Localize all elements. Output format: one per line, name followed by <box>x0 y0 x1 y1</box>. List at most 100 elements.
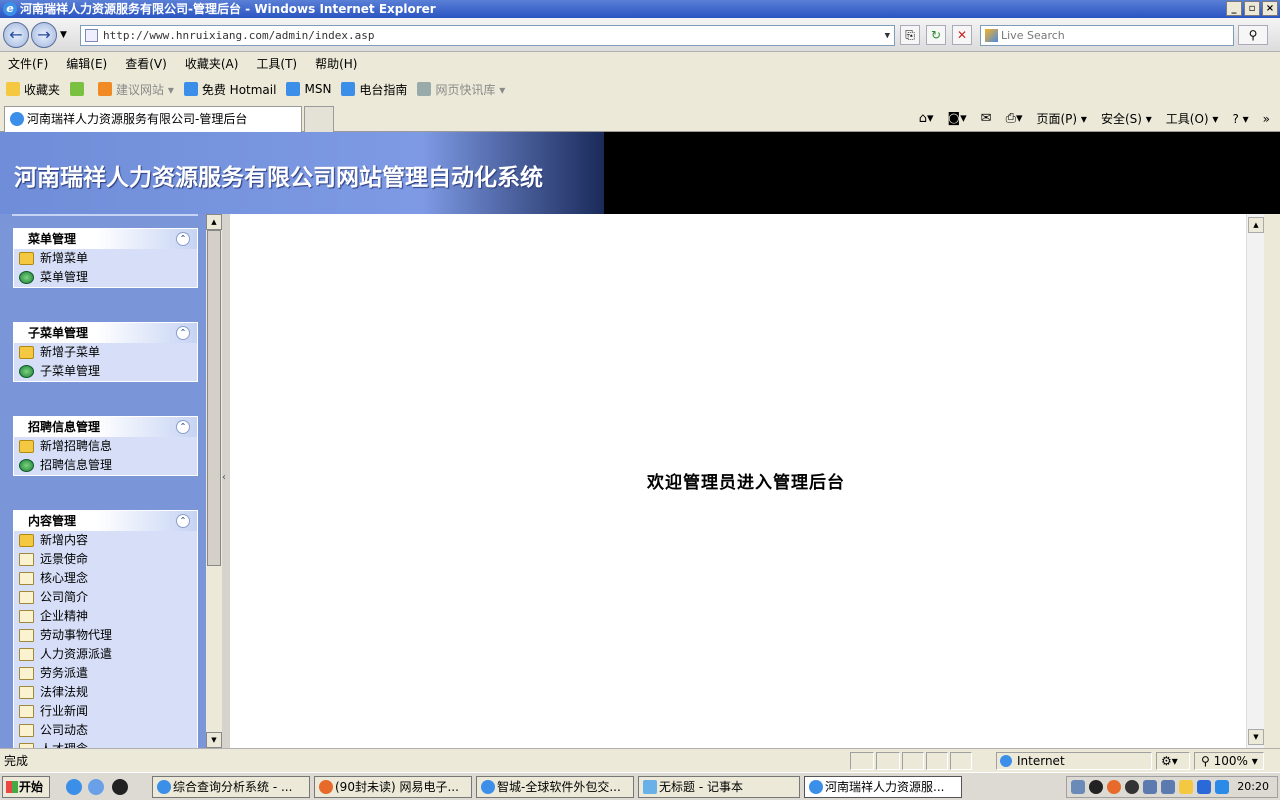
collapse-icon[interactable]: ⌃ <box>176 420 190 434</box>
sidebar-item[interactable]: 人才理念 <box>14 740 197 748</box>
welcome-message: 欢迎管理员进入管理后台 <box>647 473 845 493</box>
print-icon[interactable]: ⎙▾ <box>1006 111 1023 126</box>
collapse-icon[interactable]: ⌃ <box>176 514 190 528</box>
scroll-thumb[interactable] <box>207 230 221 566</box>
taskbar-item-active[interactable]: 河南瑞祥人力资源服... <box>804 776 962 798</box>
tab-row: 河南瑞祥人力资源服务有限公司-管理后台 ⌂▾ ◙▾ ✉ ⎙▾ 页面(P) ▾ 安… <box>0 104 1280 132</box>
tab-admin[interactable]: 河南瑞祥人力资源服务有限公司-管理后台 <box>4 106 302 132</box>
frame-splitter[interactable]: ‹ <box>222 214 230 748</box>
new-tab-button[interactable] <box>304 106 334 132</box>
zoom-control[interactable]: ⚲ 100% ▾ <box>1194 752 1264 770</box>
sidebar-item[interactable]: 公司动态 <box>14 721 197 740</box>
page-menu[interactable]: 页面(P) ▾ <box>1037 110 1087 127</box>
sidebar-item-label: 劳动事物代理 <box>40 628 113 642</box>
sidebar-panel-header[interactable]: 内容管理 ⌃ <box>14 511 197 531</box>
fav-radio-guide[interactable]: 电台指南 <box>341 81 407 98</box>
tray-firefox-icon[interactable] <box>1107 780 1121 794</box>
desktop-icon[interactable] <box>88 779 104 795</box>
tools-menu[interactable]: 工具(O) ▾ <box>1166 110 1219 127</box>
qq-icon[interactable] <box>112 779 128 795</box>
close-button[interactable]: × <box>1262 1 1278 16</box>
content-scrollbar[interactable]: ▲ ▼ <box>1246 214 1264 748</box>
fav-web-slice[interactable]: 网页快讯库 ▾ <box>417 81 505 98</box>
feeds-icon[interactable]: ◙▾ <box>948 111 967 126</box>
scroll-up-button[interactable]: ▲ <box>206 214 222 230</box>
sidebar-item-label: 劳务派遣 <box>40 666 89 680</box>
sidebar-panel-header[interactable]: 招聘信息管理 ⌃ <box>14 417 197 437</box>
sidebar-item[interactable]: 法律法规 <box>14 683 197 702</box>
tray-app2-icon[interactable] <box>1161 780 1175 794</box>
sidebar-item[interactable]: 企业精神 <box>14 607 197 626</box>
menu-favorites[interactable]: 收藏夹(A) <box>185 55 239 72</box>
scroll-down-button[interactable]: ▼ <box>206 732 222 748</box>
safety-menu[interactable]: 安全(S) ▾ <box>1101 110 1152 127</box>
sidebar-item[interactable]: 远景使命 <box>14 550 197 569</box>
taskbar-item[interactable]: 综合查询分析系统 - ... <box>152 776 310 798</box>
sidebar-item[interactable]: 行业新闻 <box>14 702 197 721</box>
collapse-arrow-icon[interactable]: ‹ <box>222 472 226 483</box>
collapse-icon[interactable]: ⌃ <box>176 326 190 340</box>
taskbar-item[interactable]: 无标题 - 记事本 <box>638 776 800 798</box>
forward-button[interactable]: → <box>31 22 57 48</box>
search-input[interactable]: Live Search <box>980 25 1234 46</box>
sidebar-scrollbar[interactable]: ▲ ▼ <box>206 214 222 748</box>
collapse-icon[interactable]: ⌃ <box>176 232 190 246</box>
zone-indicator[interactable]: Internet <box>996 752 1152 770</box>
sidebar-item[interactable]: 子菜单管理 <box>14 362 197 381</box>
menu-tools[interactable]: 工具(T) <box>256 55 297 72</box>
fav-msn[interactable]: MSN <box>286 82 331 96</box>
maximize-button[interactable]: ▫ <box>1244 1 1260 16</box>
sidebar-item[interactable]: 新增子菜单 <box>14 343 197 362</box>
tray-network-icon[interactable] <box>1071 780 1085 794</box>
tray-shield-icon[interactable] <box>1197 780 1211 794</box>
tray-app-icon[interactable] <box>1143 780 1157 794</box>
sidebar-item[interactable]: 新增招聘信息 <box>14 437 197 456</box>
sidebar-item[interactable]: 人力资源派遣 <box>14 645 197 664</box>
taskbar-item[interactable]: (90封未读) 网易电子... <box>314 776 472 798</box>
sidebar-panel-header[interactable]: 菜单管理 ⌃ <box>14 229 197 249</box>
notepad-icon <box>643 780 657 794</box>
menu-help[interactable]: 帮助(H) <box>315 55 357 72</box>
favorites-button[interactable]: 收藏夹 <box>6 81 60 98</box>
home-icon[interactable]: ⌂▾ <box>919 111 934 126</box>
sidebar-item[interactable]: 招聘信息管理 <box>14 456 197 475</box>
mail-icon[interactable]: ✉ <box>981 111 992 126</box>
history-dropdown-icon[interactable]: ▼ <box>60 30 67 40</box>
sidebar-item[interactable]: 劳动事物代理 <box>14 626 197 645</box>
compatibility-icon[interactable]: ⎘ <box>900 25 920 45</box>
address-bar[interactable]: http://www.hnruixiang.com/admin/index.as… <box>80 25 895 46</box>
tray-qq-icon[interactable] <box>1089 780 1103 794</box>
windows-logo-icon <box>6 781 18 793</box>
menu-edit[interactable]: 编辑(E) <box>66 55 107 72</box>
ie-launch-icon[interactable] <box>66 779 82 795</box>
sidebar-item[interactable]: 核心理念 <box>14 569 197 588</box>
more-icon[interactable]: » <box>1263 112 1270 126</box>
fav-hotmail[interactable]: 免费 Hotmail <box>183 81 276 98</box>
sidebar-item[interactable]: 新增菜单 <box>14 249 197 268</box>
refresh-icon[interactable]: ↻ <box>926 25 946 45</box>
menu-view[interactable]: 查看(V) <box>125 55 167 72</box>
add-favorite-button[interactable] <box>70 82 88 96</box>
search-go-icon[interactable]: ⚲ <box>1238 25 1268 45</box>
scroll-down-button[interactable]: ▼ <box>1248 729 1264 745</box>
sidebar-item[interactable]: 新增内容 <box>14 531 197 550</box>
scroll-up-button[interactable]: ▲ <box>1248 217 1264 233</box>
back-button[interactable]: ← <box>3 22 29 48</box>
minimize-button[interactable]: _ <box>1226 1 1242 16</box>
sidebar-panel-header[interactable]: 子菜单管理 ⌃ <box>14 323 197 343</box>
sidebar-item[interactable]: 菜单管理 <box>14 268 197 287</box>
start-button[interactable]: 开始 <box>2 776 50 798</box>
taskbar-item[interactable]: 智城-全球软件外包交... <box>476 776 634 798</box>
stop-icon[interactable]: ✕ <box>952 25 972 45</box>
protected-mode-icon[interactable]: ⚙▾ <box>1156 752 1190 770</box>
tray-cloud-icon[interactable] <box>1179 780 1193 794</box>
sidebar-item[interactable]: 公司简介 <box>14 588 197 607</box>
folder-icon <box>19 252 34 265</box>
fav-suggested-sites[interactable]: 建议网站 ▾ <box>98 81 174 98</box>
menu-file[interactable]: 文件(F) <box>8 55 48 72</box>
sidebar-item[interactable]: 劳务派遣 <box>14 664 197 683</box>
tray-security-icon[interactable] <box>1215 780 1229 794</box>
tray-qq2-icon[interactable] <box>1125 780 1139 794</box>
help-menu[interactable]: ? ▾ <box>1232 112 1248 126</box>
address-dropdown-icon[interactable]: ▼ <box>885 27 890 46</box>
